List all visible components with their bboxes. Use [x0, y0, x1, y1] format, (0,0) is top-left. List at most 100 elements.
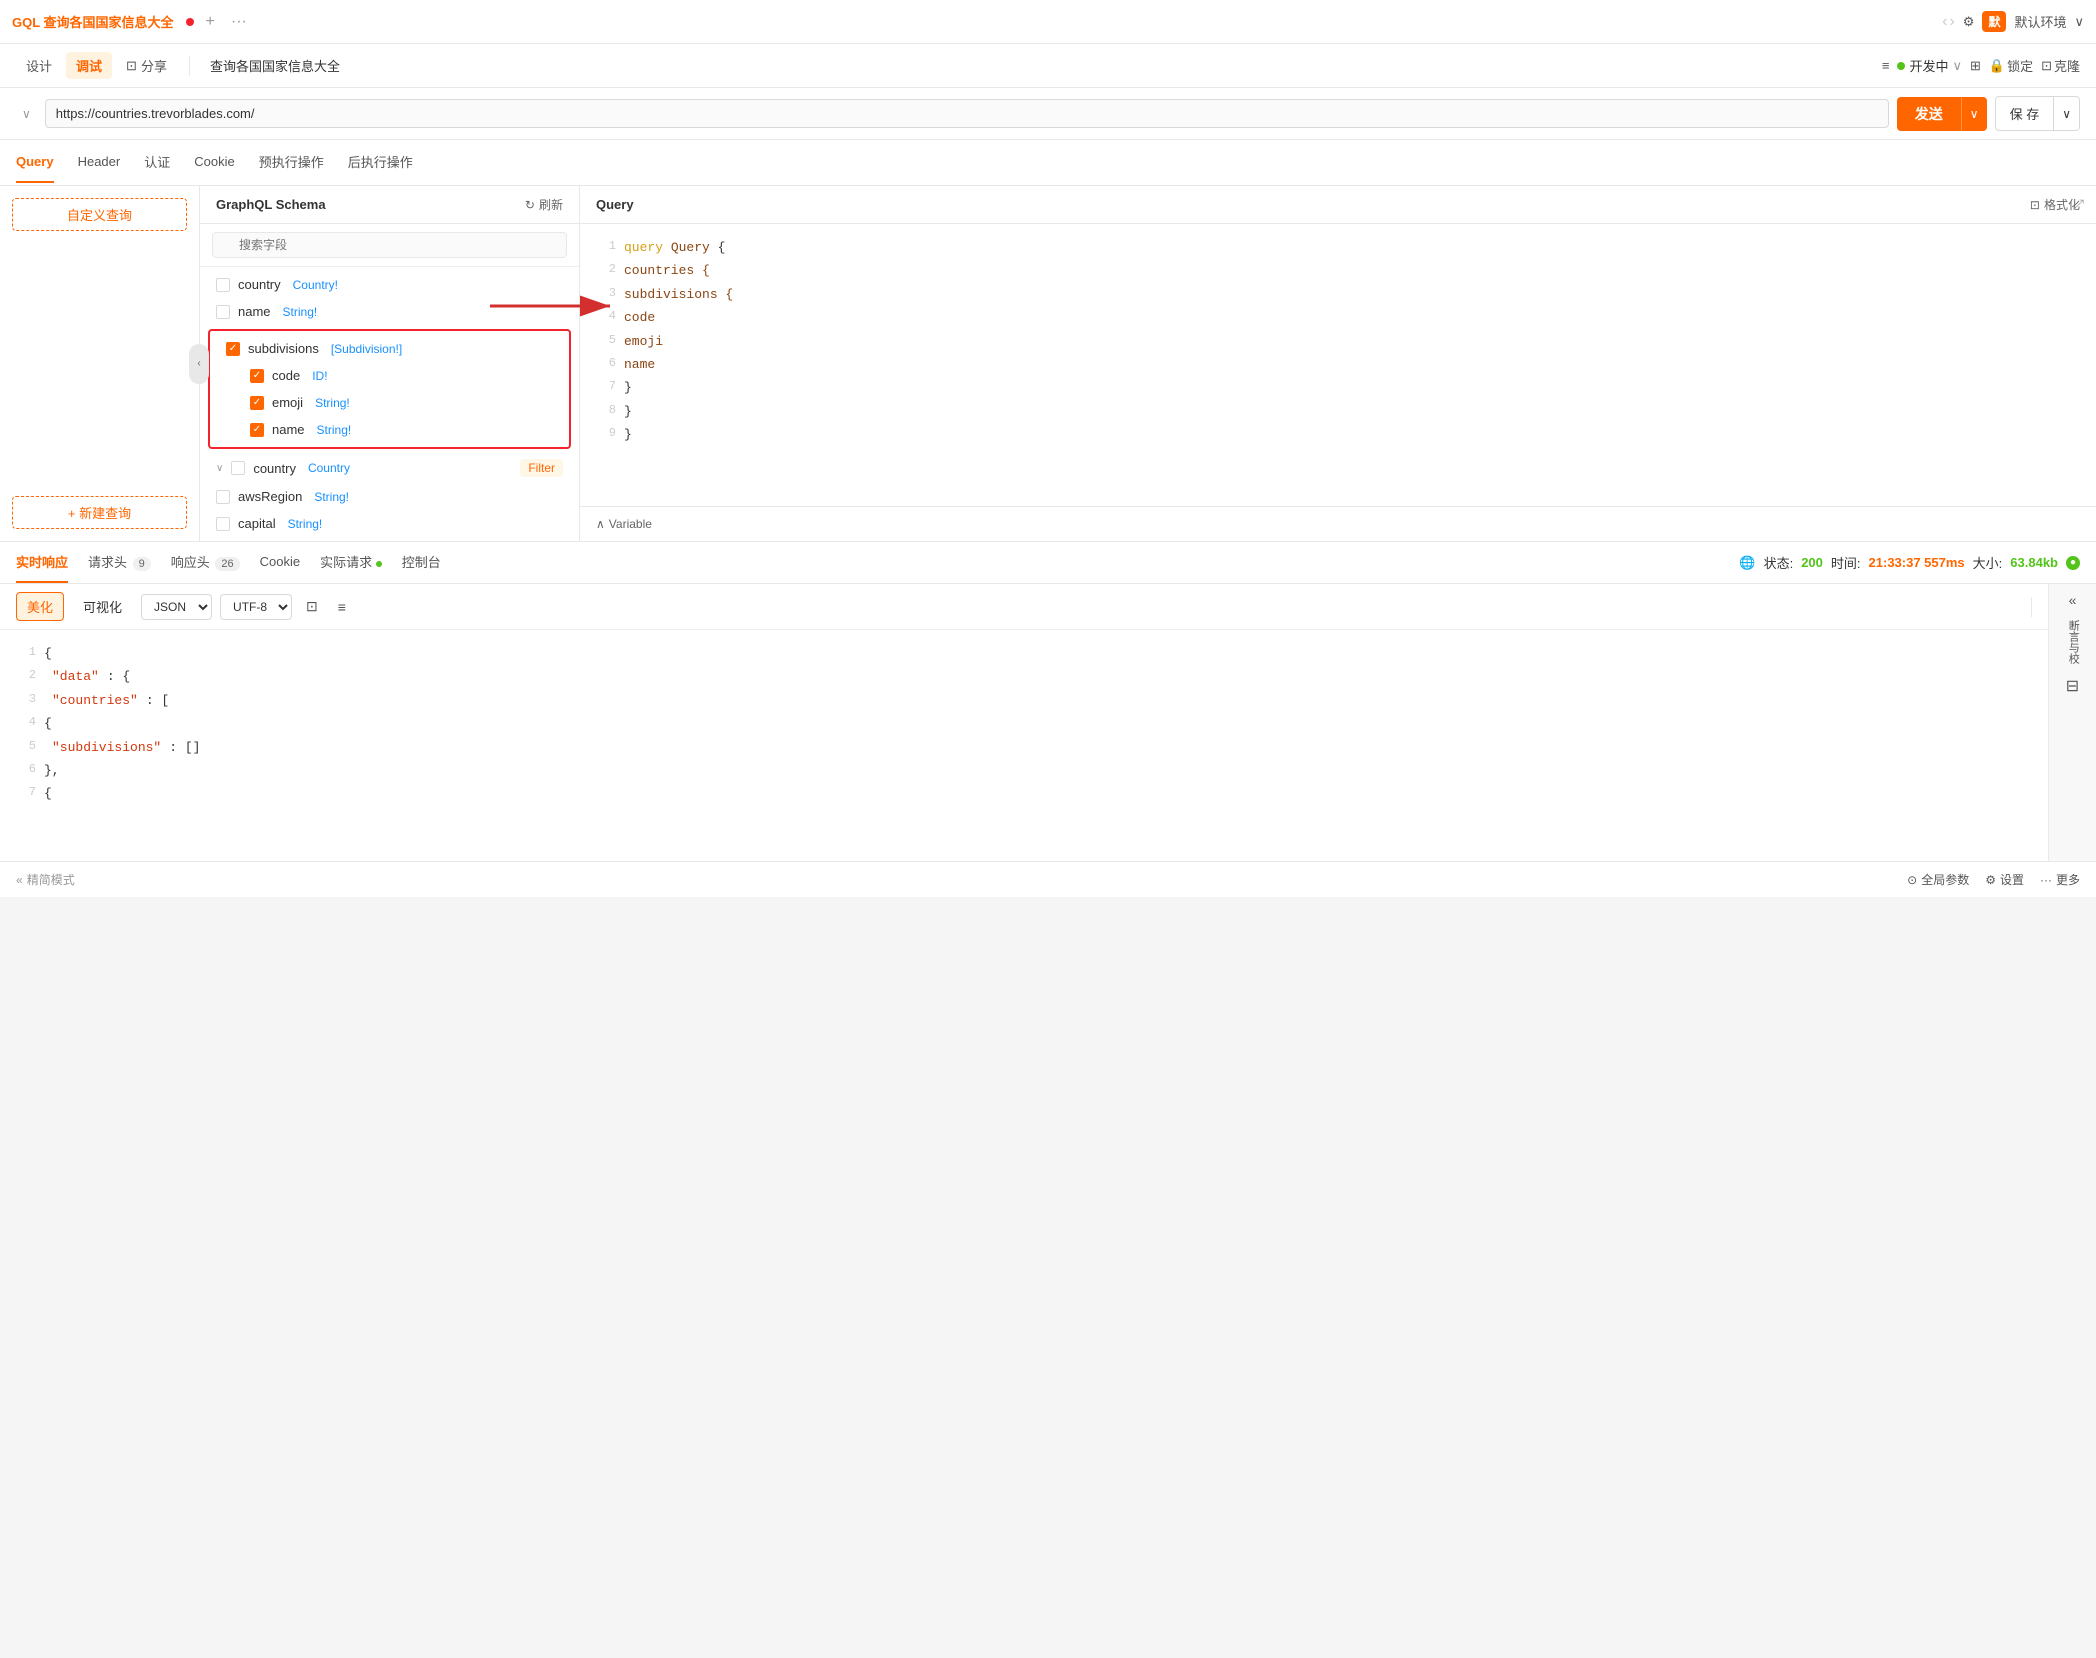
url-collapse-button[interactable]: ∨ — [16, 105, 37, 123]
sidebar-collapse-button[interactable]: ‹ — [189, 344, 209, 384]
actual-request-dot — [376, 561, 382, 567]
query-editor-header: Query ⊡ 格式化 — [580, 186, 2096, 224]
settings-icon[interactable]: ⚙ — [1963, 14, 1975, 30]
filter-badge[interactable]: Filter — [520, 459, 563, 477]
more-tabs-button[interactable]: ··· — [227, 13, 251, 31]
code-editor[interactable]: 1 query Query { 2 countries { 3 subdivis… — [580, 224, 2096, 506]
status-indicator: 开发中 ∨ — [1897, 56, 1962, 75]
schema-checkbox-name-sub[interactable]: ✓ — [250, 423, 264, 437]
tab-actual-request[interactable]: 实际请求 — [320, 542, 382, 583]
tab-pre-exec[interactable]: 预执行操作 — [259, 140, 324, 185]
schema-checkbox-emoji[interactable]: ✓ — [250, 396, 264, 410]
settings-icon: ⚙ — [1985, 873, 1996, 887]
beautify-button[interactable]: 美化 — [16, 592, 64, 621]
code-line-2: 2 countries { — [596, 259, 2080, 282]
schema-header: GraphQL Schema ↻ 刷新 — [200, 186, 579, 224]
response-area: 实时响应 请求头 9 响应头 26 Cookie 实际请求 控制台 🌐 状态: … — [0, 541, 2096, 861]
clone-button[interactable]: ⊡ 克隆 — [2041, 56, 2080, 75]
more-icon: ··· — [2040, 873, 2052, 887]
new-tab-button[interactable]: + — [202, 13, 219, 31]
top-bar-right: ‹ › ⚙ 默 默认环境 ∨ — [1942, 11, 2084, 32]
schema-checkbox-country-filter[interactable] — [231, 461, 245, 475]
schema-field-type-awsregion[interactable]: String! — [314, 490, 349, 504]
schema-checkbox-code[interactable]: ✓ — [250, 369, 264, 383]
lock-label: 锁定 — [2007, 56, 2033, 75]
visualize-button[interactable]: 可视化 — [72, 592, 133, 621]
url-input[interactable] — [45, 99, 1889, 128]
expand-button[interactable]: ⤢ — [2073, 196, 2084, 213]
tab-realtime[interactable]: 实时响应 — [16, 542, 68, 583]
schema-item-name: name String! — [200, 298, 579, 325]
time-label: 时间: — [1831, 553, 1861, 572]
schema-checkbox-capital[interactable] — [216, 517, 230, 531]
right-panel-collapse-icon[interactable]: « — [2069, 592, 2077, 608]
schema-search-input[interactable] — [212, 232, 567, 258]
design-tab-button[interactable]: 设计 — [16, 52, 62, 79]
more-button[interactable]: ··· 更多 — [2040, 871, 2080, 888]
simple-mode-icon: « — [16, 873, 23, 887]
code-line-9: 9 } — [596, 423, 2080, 446]
lock-button[interactable]: 🔒 锁定 — [1989, 56, 2033, 75]
debug-tab-button[interactable]: 调试 — [66, 52, 112, 79]
schema-editor-area: 自定义查询 ‹ + 新建查询 GraphQL Schema ↻ 刷新 🔍 — [0, 186, 2096, 541]
env-dropdown-icon[interactable]: ∨ — [2074, 14, 2084, 30]
schema-refresh-button[interactable]: ↻ 刷新 — [525, 196, 563, 213]
schema-collapse-arrow[interactable]: ∨ — [216, 463, 223, 474]
schema-checkbox-country[interactable] — [216, 278, 230, 292]
schema-field-type-code[interactable]: ID! — [312, 369, 327, 383]
save-button[interactable]: 保 存 — [1995, 96, 2055, 131]
schema-title: GraphQL Schema — [216, 197, 326, 212]
tab-response-cookie[interactable]: Cookie — [260, 544, 300, 581]
schema-checkbox-name[interactable] — [216, 305, 230, 319]
send-dropdown-button[interactable]: ∨ — [1961, 97, 1987, 131]
global-params-button[interactable]: ⊙ 全局参数 — [1907, 871, 1969, 888]
schema-field-type-country-filter[interactable]: Country — [308, 461, 350, 475]
layout-icon[interactable]: ⊞ — [1970, 58, 1981, 74]
variable-panel[interactable]: ∧ Variable — [580, 506, 2096, 541]
schema-field-type-subdivisions[interactable]: [Subdivision!] — [331, 342, 402, 356]
filter-button[interactable]: ≡ — [332, 595, 352, 619]
schema-checkbox-awsregion[interactable] — [216, 490, 230, 504]
tab-header[interactable]: Header — [78, 142, 121, 183]
schema-field-type-name-sub[interactable]: String! — [317, 423, 352, 437]
tab-cookie[interactable]: Cookie — [194, 142, 234, 183]
json-line-3: 3 "countries" : [ — [16, 689, 2032, 712]
send-button-group: 发送 ∨ — [1897, 97, 1987, 131]
json-line-7: 7 { — [16, 782, 2032, 805]
schema-field-type-name[interactable]: String! — [283, 305, 318, 319]
url-bar: ∨ 发送 ∨ 保 存 ∨ — [0, 88, 2096, 140]
right-panel-break-label[interactable]: 断言与校 — [2065, 620, 2080, 664]
filter-icon[interactable]: ≡ — [1882, 58, 1890, 73]
refresh-label: 刷新 — [539, 196, 563, 213]
app-title: GQL 查询各国国家信息大全 — [12, 12, 174, 31]
schema-field-type-emoji[interactable]: String! — [315, 396, 350, 410]
settings-button[interactable]: ⚙ 设置 — [1985, 871, 2024, 888]
schema-field-type-capital[interactable]: String! — [288, 517, 323, 531]
save-dropdown-button[interactable]: ∨ — [2054, 96, 2080, 131]
nav-back-button[interactable]: ‹ — [1942, 13, 1947, 31]
tab-response-headers[interactable]: 响应头 26 — [171, 542, 240, 583]
tab-query[interactable]: Query — [16, 142, 54, 183]
status-dropdown-icon[interactable]: ∨ — [1952, 58, 1962, 74]
schema-field-name-name: name — [238, 304, 271, 319]
tab-request-headers[interactable]: 请求头 9 — [88, 542, 151, 583]
format-select[interactable]: JSON — [141, 594, 212, 620]
schema-checkbox-subdivisions[interactable]: ✓ — [226, 342, 240, 356]
tab-auth[interactable]: 认证 — [144, 140, 170, 185]
simple-mode-button[interactable]: « 精简模式 — [16, 871, 75, 888]
tab-console[interactable]: 控制台 — [402, 542, 441, 583]
encoding-select[interactable]: UTF-8 — [220, 594, 292, 620]
status-globe-icon: 🌐 — [1739, 555, 1755, 571]
copy-button[interactable]: ⊡ — [300, 594, 324, 619]
new-query-button[interactable]: + 新建查询 — [12, 496, 187, 529]
unsaved-indicator — [186, 18, 194, 26]
send-button[interactable]: 发送 — [1897, 97, 1961, 131]
schema-field-type-country[interactable]: Country! — [293, 278, 338, 292]
env-name[interactable]: 默认环境 — [2014, 12, 2066, 31]
share-button[interactable]: ⊡ 分享 — [116, 52, 177, 79]
request-headers-badge: 9 — [133, 557, 151, 571]
nav-forward-button[interactable]: › — [1949, 13, 1954, 31]
nav-arrows: ‹ › — [1942, 13, 1955, 31]
tab-post-exec[interactable]: 后执行操作 — [348, 140, 413, 185]
right-panel-grid-icon[interactable]: ⊟ — [2066, 676, 2079, 696]
